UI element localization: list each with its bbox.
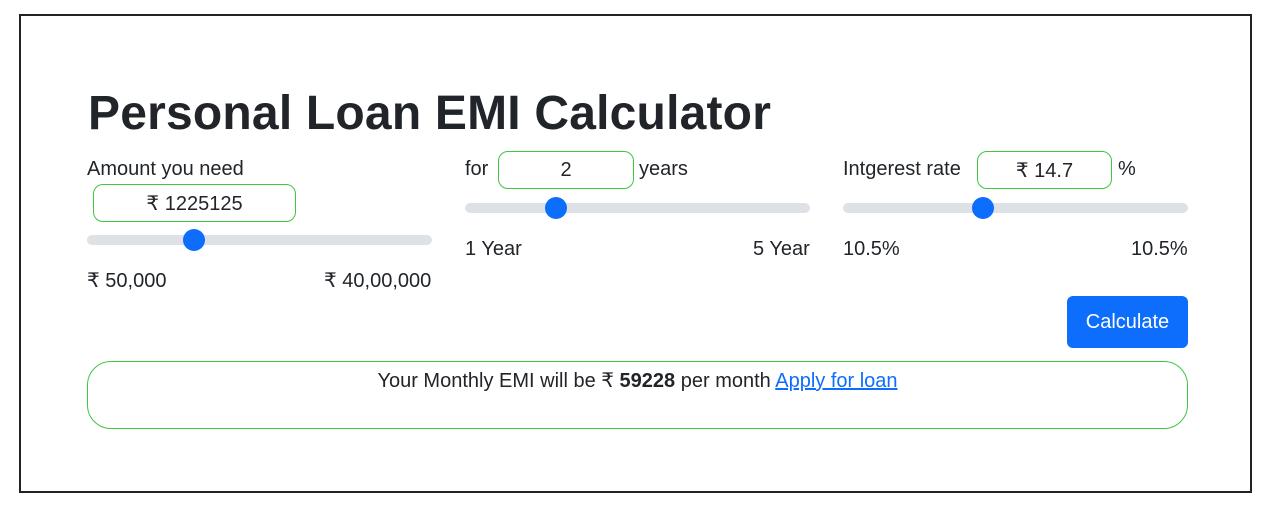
result-text: Your Monthly EMI will be ₹ 59228 per mon… bbox=[88, 369, 1187, 393]
result-prefix: Your Monthly EMI will be ₹ bbox=[377, 370, 614, 392]
tenure-slider[interactable] bbox=[465, 197, 810, 219]
interest-label: Intgerest rate bbox=[843, 158, 961, 180]
tenure-input[interactable] bbox=[498, 151, 634, 189]
interest-slider[interactable] bbox=[843, 197, 1188, 219]
emi-value: 59228 bbox=[619, 370, 676, 392]
tenure-suffix: years bbox=[639, 158, 688, 180]
amount-slider-thumb[interactable] bbox=[182, 229, 205, 251]
interest-input[interactable] bbox=[977, 151, 1112, 189]
page-title: Personal Loan EMI Calculator bbox=[88, 87, 772, 140]
tenure-prefix: for bbox=[465, 158, 489, 180]
amount-max-label: ₹ 40,00,000 bbox=[324, 270, 432, 292]
amount-input[interactable] bbox=[93, 184, 296, 222]
interest-slider-thumb[interactable] bbox=[971, 197, 994, 219]
calculate-button[interactable]: Calculate bbox=[1067, 296, 1188, 348]
tenure-slider-thumb[interactable] bbox=[545, 197, 568, 219]
apply-for-loan-link[interactable]: Apply for loan bbox=[775, 370, 897, 392]
amount-min-label: ₹ 50,000 bbox=[87, 270, 167, 292]
result-box: Your Monthly EMI will be ₹ 59228 per mon… bbox=[87, 361, 1188, 429]
interest-suffix: % bbox=[1118, 158, 1136, 180]
tenure-min-label: 1 Year bbox=[465, 238, 522, 260]
calculator-frame: Personal Loan EMI Calculator Amount you … bbox=[19, 14, 1252, 493]
interest-max-label: 10.5% bbox=[1131, 238, 1188, 260]
tenure-max-label: 5 Year bbox=[753, 238, 810, 260]
result-suffix: per month bbox=[680, 370, 771, 392]
interest-min-label: 10.5% bbox=[843, 238, 900, 260]
amount-label: Amount you need bbox=[87, 158, 244, 180]
amount-slider[interactable] bbox=[87, 229, 432, 251]
